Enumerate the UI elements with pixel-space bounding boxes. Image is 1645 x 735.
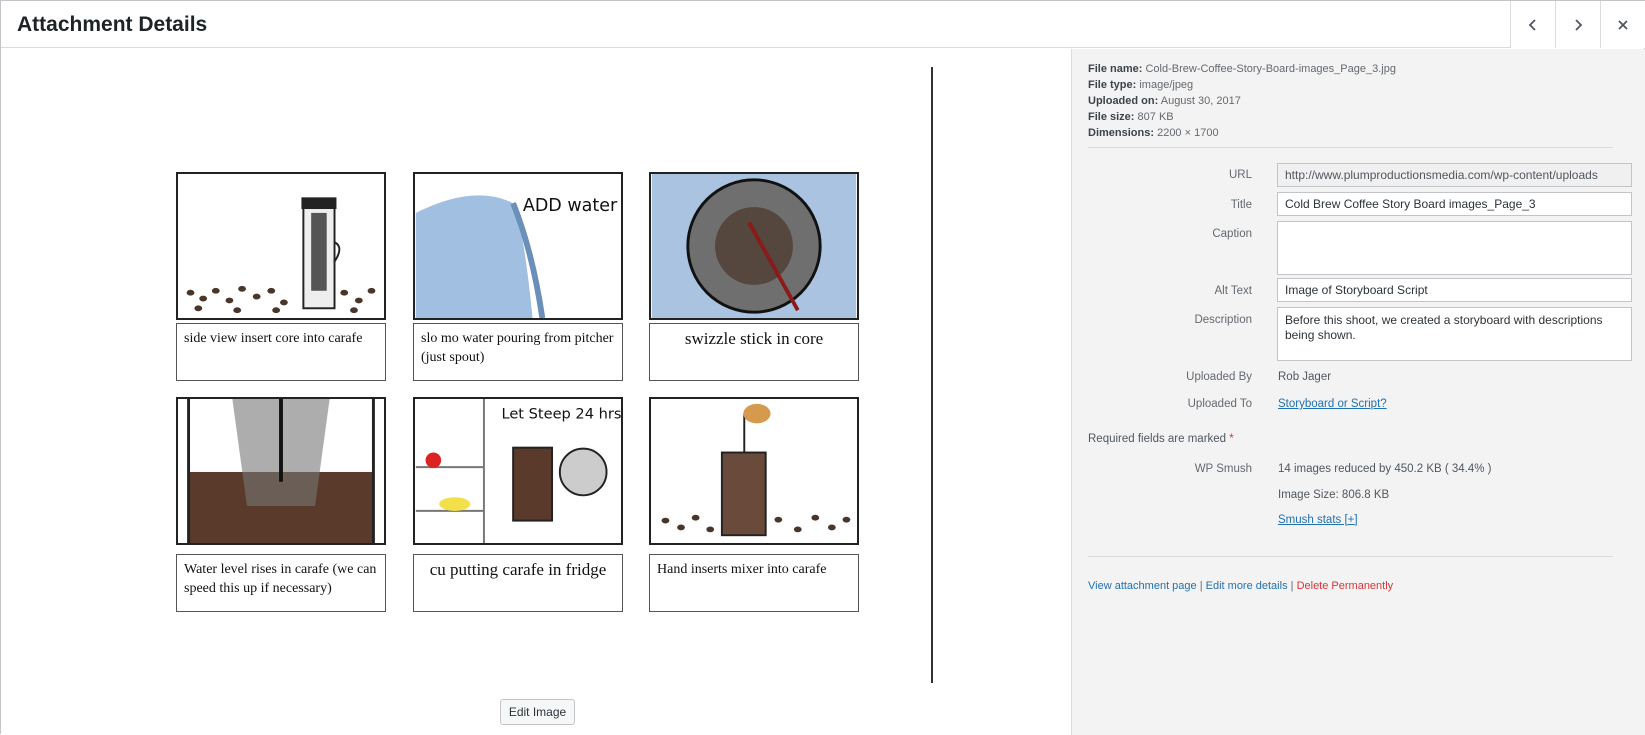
storyboard-edge-line [931, 67, 933, 683]
delete-permanently-link[interactable]: Delete Permanently [1297, 580, 1394, 592]
sidebar-divider-bottom [1088, 556, 1613, 557]
storyboard-frame-6 [649, 397, 859, 545]
dimensions-value: 2200 × 1700 [1157, 127, 1219, 139]
url-field[interactable]: http://www.plumproductionsmedia.com/wp-c… [1277, 163, 1632, 187]
file-size-label: File size: [1088, 111, 1135, 123]
description-label: Description [1194, 314, 1252, 326]
actions-separator-1: | [1199, 580, 1203, 592]
uploaded-on-row: Uploaded on: August 30, 2017 [1088, 93, 1396, 109]
chevron-left-icon [1528, 18, 1536, 31]
uploaded-to-label: Uploaded To [1187, 398, 1252, 410]
next-attachment-button[interactable] [1555, 1, 1600, 48]
uploaded-on-value: August 30, 2017 [1160, 95, 1241, 107]
frame-4-drawing [187, 399, 375, 543]
attachment-preview-area: ADD water side view insert core into car… [1, 49, 1071, 735]
edit-image-button[interactable]: Edit Image [500, 699, 575, 725]
smush-stats-link[interactable]: Smush stats [+] [1278, 514, 1358, 526]
dimensions-label: Dimensions: [1088, 127, 1155, 139]
file-name-label: File name: [1088, 63, 1143, 75]
alt-text-label: Alt Text [1214, 285, 1253, 297]
url-label: URL [1228, 169, 1252, 181]
storyboard-caption-1: side view insert core into carafe [176, 323, 386, 381]
storyboard-caption-4: Water level rises in carafe (we can spee… [176, 554, 386, 612]
required-star: * [1229, 433, 1234, 445]
description-field[interactable]: Before this shoot, we created a storyboa… [1277, 307, 1632, 361]
frame-3-drawing [651, 174, 857, 318]
title-label: Title [1230, 199, 1252, 211]
close-icon [1618, 19, 1628, 30]
sidebar-divider-top [1088, 147, 1613, 148]
file-type-value: image/jpeg [1139, 79, 1194, 91]
storyboard-caption-5: cu putting carafe in fridge [413, 554, 623, 612]
frame-5-drawn-text: Let Steep 24 hrs [501, 405, 621, 422]
modal-header: Attachment Details [1, 1, 1645, 48]
caption-label: Caption [1212, 228, 1252, 240]
caption-field[interactable] [1277, 221, 1632, 275]
dimensions-row: Dimensions: 2200 × 1700 [1088, 125, 1396, 141]
frame-2-drawn-text: ADD water [523, 196, 618, 216]
attachment-actions: View attachment page | Edit more details… [1088, 580, 1393, 592]
attachment-details-modal: Attachment Details ADD water side view i… [0, 0, 1645, 735]
uploaded-by-value: Rob Jager [1278, 371, 1332, 383]
file-name-value: Cold-Brew-Coffee-Story-Board-images_Page… [1145, 63, 1396, 75]
frame-2-drawing: ADD water [415, 195, 618, 318]
file-details: File name: Cold-Brew-Coffee-Story-Board-… [1088, 61, 1396, 141]
storyboard-frame-4 [176, 397, 386, 545]
required-fields-text: Required fields are marked [1088, 433, 1227, 445]
storyboard-frame-1 [176, 172, 386, 320]
file-size-row: File size: 807 KB [1088, 109, 1396, 125]
file-size-value: 807 KB [1137, 111, 1174, 123]
storyboard-frame-2: ADD water [413, 172, 623, 320]
attachment-info-sidebar: File name: Cold-Brew-Coffee-Story-Board-… [1071, 49, 1645, 735]
uploaded-by-label: Uploaded By [1186, 371, 1252, 383]
storyboard-caption-2: slo mo water pouring from pitcher (just … [413, 323, 623, 381]
frame-1-drawing [186, 197, 376, 314]
uploaded-on-label: Uploaded on: [1088, 95, 1159, 107]
modal-title: Attachment Details [17, 13, 208, 36]
required-fields-note: Required fields are marked * [1088, 433, 1234, 445]
actions-separator-2: | [1290, 580, 1294, 592]
wp-smush-label: WP Smush [1194, 463, 1252, 475]
view-attachment-page-link[interactable]: View attachment page [1088, 580, 1197, 592]
storyboard-frame-5: Let Steep 24 hrs [413, 397, 623, 545]
chevron-right-icon [1575, 18, 1583, 31]
storyboard-frame-3 [649, 172, 859, 320]
title-field[interactable]: Cold Brew Coffee Story Board images_Page… [1277, 192, 1632, 216]
smush-image-size: Image Size: 806.8 KB [1278, 489, 1390, 501]
storyboard-caption-6: Hand inserts mixer into carafe [649, 554, 859, 612]
storyboard-image: ADD water side view insert core into car… [13, 67, 933, 731]
storyboard-caption-3: swizzle stick in core [649, 323, 859, 381]
file-type-label: File type: [1088, 79, 1137, 91]
frame-5-drawing: Let Steep 24 hrs [415, 399, 621, 543]
alt-text-field[interactable]: Image of Storyboard Script [1277, 278, 1632, 302]
uploaded-to-link[interactable]: Storyboard or Script? [1278, 398, 1387, 410]
frame-6-drawing [661, 403, 851, 537]
smush-reduced-text: 14 images reduced by 450.2 KB ( 34.4% ) [1278, 463, 1492, 475]
edit-more-details-link[interactable]: Edit more details [1206, 580, 1288, 592]
previous-attachment-button[interactable] [1510, 1, 1555, 48]
file-name-row: File name: Cold-Brew-Coffee-Story-Board-… [1088, 61, 1396, 77]
close-modal-button[interactable] [1600, 1, 1645, 48]
file-type-row: File type: image/jpeg [1088, 77, 1396, 93]
